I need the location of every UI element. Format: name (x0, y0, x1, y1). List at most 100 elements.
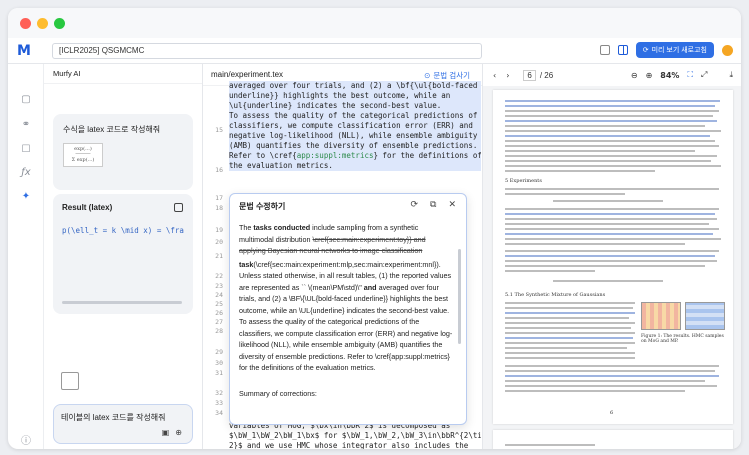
formula-image: exp(...) ――― Σ exp(...) (63, 143, 103, 167)
result-scrollbar[interactable] (62, 301, 182, 304)
pdf-figure-caption: Figure 1: The results. HMC samples on Mo… (641, 334, 724, 344)
popup-text: The (239, 223, 254, 232)
pdf-canvas[interactable]: 5 Experiments 5.1 The Synthetic Mixture … (483, 86, 741, 449)
popup-bold: tasks conducted (253, 223, 311, 232)
attachment-thumbnail[interactable] (61, 372, 79, 390)
code-line[interactable]: the evaluation metrics. (229, 161, 481, 171)
pdf-figure-right (685, 302, 725, 330)
app-logo: M (17, 42, 31, 59)
page-indicator: 6 / 26 (523, 69, 554, 81)
pdf-zoom-controls: ⊖ ⊕ 84% ⛶ ⤢ ⤓ (631, 70, 733, 80)
comment-icon[interactable]: ☐ (20, 144, 32, 156)
line-number: 22 (215, 272, 223, 280)
code-text: } for the definitions of (373, 151, 482, 160)
code-line[interactable]: classifiers, we compute classification e… (229, 121, 481, 131)
result-code: p(\ell_t = k \mid x) = \frac (62, 226, 184, 235)
grammar-check-button[interactable]: ⊙ 문법 검사기 (424, 70, 470, 81)
line-number: 32 (215, 389, 223, 397)
close-icon[interactable]: ✕ (448, 200, 456, 210)
popup-scrollbar[interactable] (458, 249, 461, 344)
chat-input-text: 테이블의 latex 코드를 작성해줘 (61, 413, 166, 422)
project-name-field[interactable]: [ICLR2025] QSGMCMC (52, 42, 482, 59)
zoom-in-icon[interactable]: ⊕ (646, 71, 653, 80)
fullscreen-icon[interactable]: ⤢ (701, 70, 707, 80)
close-window-dot[interactable] (20, 17, 31, 29)
code-line[interactable]: (AMB) quantifies the diversity of ensemb… (229, 141, 481, 151)
line-number: 21 (215, 252, 223, 260)
code-line[interactable]: To assess the quality of the categorical… (229, 111, 481, 121)
app-window: M [ICLR2025] QSGMCMC ⟳ 미리 보기 새로고침 ▢ ⚭ ☐ … (8, 8, 741, 449)
info-icon[interactable]: ⓘ (20, 436, 32, 448)
code-line[interactable]: underline}} highlights the best outcome,… (229, 91, 481, 101)
maximize-window-dot[interactable] (54, 17, 65, 29)
line-number: 23 (215, 282, 223, 290)
function-icon[interactable]: ƒx (20, 167, 32, 179)
ai-panel-title: Murfy AI (44, 64, 202, 84)
code-line[interactable]: 2}$ and we use HMC whose integrator also… (229, 441, 481, 449)
page-current[interactable]: 6 (523, 69, 536, 81)
line-number: 26 (215, 309, 223, 317)
copy-icon[interactable]: ⧉ (430, 200, 436, 210)
copy-icon[interactable] (174, 203, 183, 212)
pdf-next-page (493, 430, 733, 449)
layout-split-icon[interactable] (617, 45, 628, 55)
pdf-section-heading: 5 Experiments (505, 178, 542, 184)
refresh-icon: ⟳ (642, 46, 649, 54)
minimize-window-dot[interactable] (37, 17, 48, 29)
line-number: 15 (215, 126, 223, 134)
image-attach-icon[interactable]: ▣ (162, 428, 170, 437)
line-number: 28 (215, 327, 223, 335)
title-bar (8, 8, 741, 38)
pdf-page-number: 6 (610, 410, 614, 416)
line-number: 29 (215, 348, 223, 356)
send-icon[interactable]: ⊕ (175, 428, 182, 437)
user-avatar[interactable] (722, 44, 733, 56)
share-icon[interactable]: ⚭ (20, 119, 32, 131)
code-line[interactable]: $\bW_1\bW_2\bW_1\bx$ for $\bW_1,\bW_2,\b… (229, 431, 481, 441)
line-gutter: 15 16 17 18 19 20 21 22 23 24 25 26 27 2… (203, 86, 225, 449)
line-number: 25 (215, 300, 223, 308)
result-title: Result (latex) (62, 203, 113, 212)
popup-text: averaged over four trials, and (2) a \BF… (239, 282, 453, 373)
prev-page-icon[interactable]: ‹ (493, 71, 496, 80)
code-text: Refer to \cref{ (229, 151, 297, 160)
page-total: / 26 (539, 70, 554, 80)
line-number: 16 (215, 166, 223, 174)
layout-single-icon[interactable] (599, 45, 610, 55)
code-line[interactable]: \ul{underline} indicates the second-best… (229, 101, 481, 111)
line-number: 20 (215, 238, 223, 246)
fit-page-icon[interactable]: ⛶ (687, 70, 693, 80)
ai-panel: Murfy AI 수식을 latex 코드로 작성해줘 exp(...) ――― Σ… (44, 64, 203, 449)
download-icon[interactable]: ⤓ (729, 70, 733, 80)
code-line[interactable]: Refer to \cref{app:suppl:metrics} for th… (229, 151, 481, 161)
refresh-preview-button[interactable]: ⟳ 미리 보기 새로고침 (635, 42, 714, 58)
code-line[interactable]: averaged over four trials, and (2) a \bf… (229, 81, 481, 91)
next-page-icon[interactable]: › (506, 71, 509, 80)
popup-summary: Summary of corrections: (239, 388, 317, 398)
pdf-figure-left (641, 302, 681, 330)
pdf-page: 5 Experiments 5.1 The Synthetic Mixture … (493, 90, 733, 424)
ai-sparkle-icon[interactable]: ✦ (20, 191, 32, 203)
pdf-toolbar: ‹ › 6 / 26 ⊖ ⊕ 84% ⛶ ⤢ ⤓ (483, 64, 741, 86)
line-number: 17 (215, 194, 223, 202)
top-bar: M [ICLR2025] QSGMCMC ⟳ 미리 보기 새로고침 (8, 38, 741, 64)
popup-body: The tasks conducted include sampling fro… (239, 222, 453, 399)
line-number: 24 (215, 291, 223, 299)
line-number: 33 (215, 399, 223, 407)
line-number: 34 (215, 409, 223, 417)
file-icon[interactable]: ▢ (20, 94, 32, 106)
popup-bold: task (239, 259, 254, 269)
line-number: 31 (215, 369, 223, 377)
chat-input[interactable]: 테이블의 latex 코드를 작성해줘 ▣ ⊕ (53, 404, 193, 444)
pdf-subsection-heading: 5.1 The Synthetic Mixture of Gaussians (505, 292, 606, 298)
code-ref: app:suppl:metrics (296, 151, 374, 160)
pdf-viewer: ‹ › 6 / 26 ⊖ ⊕ 84% ⛶ ⤢ ⤓ 5 Experiments 5… (483, 64, 741, 449)
regenerate-icon[interactable]: ⟳ (410, 200, 418, 210)
zoom-level[interactable]: 84% (660, 71, 679, 80)
line-number: 18 (215, 204, 223, 212)
grammar-check-label: 문법 검사기 (433, 71, 470, 80)
editor-file-name: main/experiment.tex (211, 70, 284, 79)
code-line[interactable]: negative log-likelihood (NLL), while ens… (229, 131, 481, 141)
user-prompt-text: 수식을 latex 코드로 작성해줘 (63, 125, 161, 134)
zoom-out-icon[interactable]: ⊖ (631, 71, 638, 80)
